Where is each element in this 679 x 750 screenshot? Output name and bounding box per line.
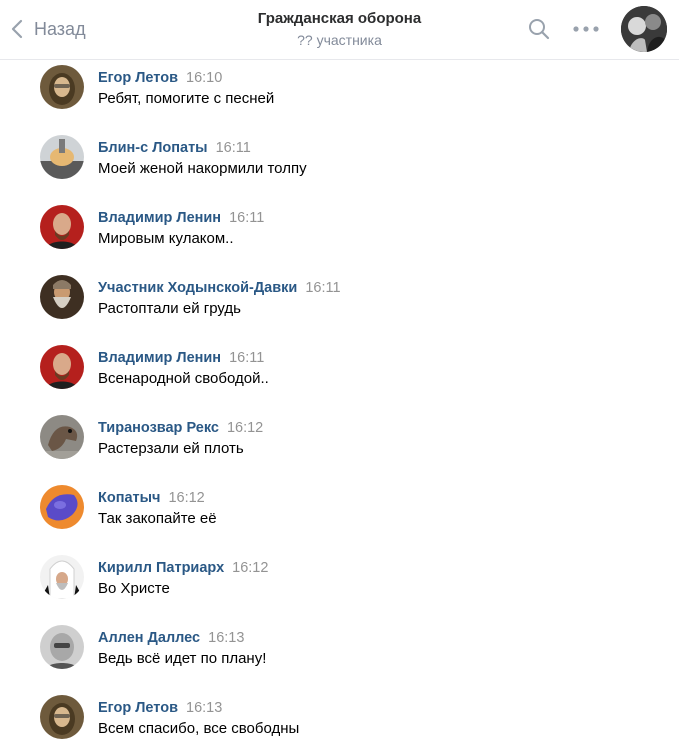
avatar-photo bbox=[40, 555, 84, 599]
message-meta: Кирилл Патриарх 16:12 bbox=[98, 559, 268, 577]
message-author[interactable]: Тиранозвар Рекс bbox=[98, 420, 219, 436]
message-time: 16:13 bbox=[186, 700, 223, 716]
message-time: 16:12 bbox=[168, 490, 205, 506]
avatar[interactable] bbox=[40, 415, 84, 459]
message-author[interactable]: Владимир Ленин bbox=[98, 210, 221, 226]
avatar-photo bbox=[40, 485, 84, 529]
message-text: Ведь всё идет по плану! bbox=[98, 650, 267, 667]
message-item: Участник Ходынской-Давки 16:11 Растоптали… bbox=[0, 270, 679, 330]
message-text: Растоптали ей грудь bbox=[98, 300, 241, 317]
avatar-photo bbox=[40, 275, 84, 319]
message-time: 16:12 bbox=[232, 560, 269, 576]
message-text: Моей женой накормили толпу bbox=[98, 160, 307, 177]
message-meta: Владимир Ленин 16:11 bbox=[98, 209, 264, 227]
message-item: Владимир Ленин 16:11 Всенародной свободой… bbox=[0, 340, 679, 400]
message-text: Всенародной свободой.. bbox=[98, 370, 269, 387]
message-time: 16:11 bbox=[229, 210, 265, 226]
avatar[interactable] bbox=[40, 205, 84, 249]
message-time: 16:13 bbox=[208, 630, 245, 646]
message-text: Всем спасибо, все свободны bbox=[98, 720, 300, 737]
message-item: Егор Летов 16:13 Всем спасибо, все свобод… bbox=[0, 690, 679, 750]
message-meta: Егор Летов 16:13 bbox=[98, 699, 222, 717]
message-author[interactable]: Егор Летов bbox=[98, 70, 178, 86]
message-meta: Егор Летов 16:10 bbox=[98, 69, 222, 87]
message-item: Копатыч 16:12 Так закопайте её bbox=[0, 480, 679, 540]
avatar-photo bbox=[40, 625, 84, 669]
message-item: Блин-с Лопаты 16:11 Моей женой накормили … bbox=[0, 130, 679, 190]
message-text: Растерзали ей плоть bbox=[98, 440, 244, 457]
avatar-photo bbox=[40, 345, 84, 389]
avatar[interactable] bbox=[40, 275, 84, 319]
message-item: Владимир Ленин 16:11 Мировым кулаком.. bbox=[0, 200, 679, 260]
back-label: Назад bbox=[34, 18, 86, 39]
search-icon[interactable] bbox=[527, 17, 551, 41]
avatar[interactable] bbox=[40, 485, 84, 529]
chat-header: Назад Гражданская оборона ?? участника bbox=[0, 0, 679, 59]
message-meta: Тиранозвар Рекс 16:12 bbox=[98, 419, 263, 437]
message-time: 16:11 bbox=[215, 140, 251, 156]
chat-avatar[interactable] bbox=[621, 6, 667, 52]
message-item: Егор Летов 16:10 Ребят, помогите с песней bbox=[0, 60, 679, 120]
message-time: 16:11 bbox=[229, 350, 265, 366]
avatar[interactable] bbox=[40, 345, 84, 389]
message-author[interactable]: Владимир Ленин bbox=[98, 350, 221, 366]
avatar-photo bbox=[40, 65, 84, 109]
message-text: Ребят, помогите с песней bbox=[98, 90, 275, 107]
message-item: Тиранозвар Рекс 16:12 Растерзали ей плоть bbox=[0, 410, 679, 470]
more-icon[interactable] bbox=[572, 22, 600, 36]
message-item: Кирилл Патриарх 16:12 Во Христе bbox=[0, 550, 679, 610]
message-text: Во Христе bbox=[98, 580, 170, 597]
back-button[interactable]: Назад bbox=[8, 16, 86, 42]
avatar[interactable] bbox=[40, 135, 84, 179]
message-author[interactable]: Блин-с Лопаты bbox=[98, 140, 208, 156]
message-time: 16:10 bbox=[186, 70, 223, 86]
message-author[interactable]: Аллен Даллес bbox=[98, 630, 200, 646]
message-author[interactable]: Копатыч bbox=[98, 490, 160, 506]
message-author[interactable]: Егор Летов bbox=[98, 700, 178, 716]
message-text: Мировым кулаком.. bbox=[98, 230, 234, 247]
avatar-photo bbox=[40, 135, 84, 179]
message-meta: Копатыч 16:12 bbox=[98, 489, 205, 507]
message-time: 16:11 bbox=[305, 280, 341, 296]
message-meta: Аллен Даллес 16:13 bbox=[98, 629, 244, 647]
avatar[interactable] bbox=[40, 555, 84, 599]
message-author[interactable]: Участник Ходынской-Давки bbox=[98, 280, 297, 296]
chat-photo bbox=[621, 6, 667, 52]
avatar-photo bbox=[40, 415, 84, 459]
avatar-photo bbox=[40, 695, 84, 739]
message-meta: Блин-с Лопаты 16:11 bbox=[98, 139, 251, 157]
message-meta: Участник Ходынской-Давки 16:11 bbox=[98, 279, 341, 297]
avatar[interactable] bbox=[40, 695, 84, 739]
message-meta: Владимир Ленин 16:11 bbox=[98, 349, 264, 367]
message-text: Так закопайте её bbox=[98, 510, 217, 527]
message-time: 16:12 bbox=[226, 420, 264, 436]
message-item: Аллен Даллес 16:13 Ведь всё идет по плану… bbox=[0, 620, 679, 680]
message-author[interactable]: Кирилл Патриарх bbox=[98, 560, 224, 576]
avatar-photo bbox=[40, 205, 84, 249]
chevron-left-icon bbox=[11, 19, 23, 39]
avatar[interactable] bbox=[40, 625, 84, 669]
avatar[interactable] bbox=[40, 65, 84, 109]
